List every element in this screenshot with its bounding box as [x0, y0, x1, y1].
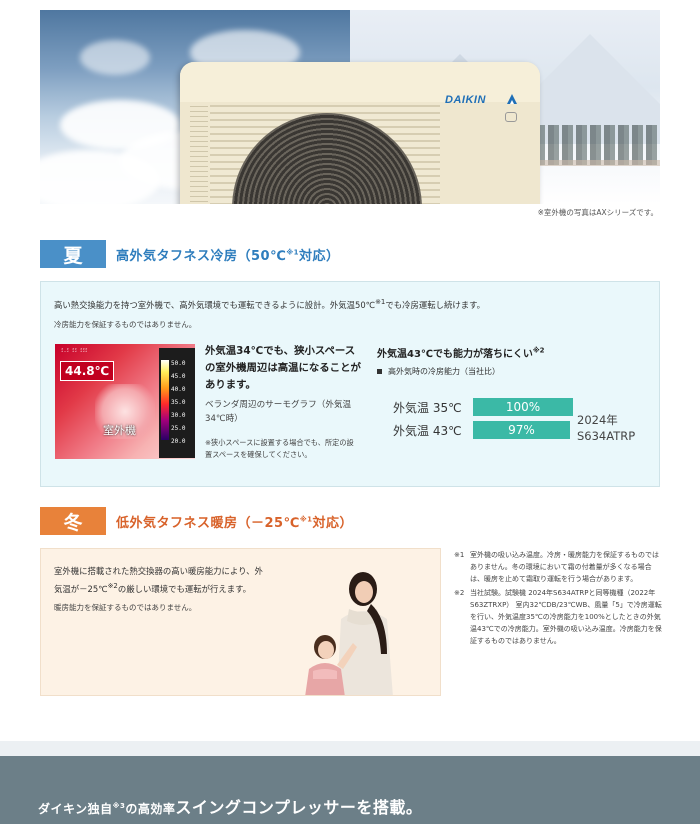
- bullet-square-icon: [377, 369, 382, 374]
- capacity-heading-text: 外気温43℃でも能力が落ちにくい: [377, 349, 533, 360]
- badge-icon: [505, 112, 517, 122]
- summer-disclaimer: 冷房能力を保証するものではありません。: [54, 320, 197, 329]
- winter-description-line2-a: 気温が－25℃: [54, 583, 108, 594]
- capacity-row-label: 外気温 43℃: [393, 423, 462, 438]
- summer-panel: 高い熱交換能力を持つ室外機で、高外気環境でも運転できるように設計。外気温50℃※…: [40, 281, 660, 487]
- winter-section-header: 冬 低外気タフネス暖房（－25℃※1対応）: [40, 507, 353, 535]
- scale-tick: 45.0: [171, 373, 186, 380]
- cloud: [80, 40, 150, 75]
- thermograph-scale: 50.0 45.0 40.0 35.0 30.0 25.0 20.0: [159, 348, 195, 458]
- footnote-key: ※2: [454, 589, 465, 597]
- capacity-row: 外気温 35℃ 100%: [393, 398, 573, 416]
- capacity-row: 外気温 43℃ 97%: [393, 421, 570, 439]
- model-name: S634ATRP: [577, 429, 636, 443]
- footnote-text: 室外機の吸い込み温度。冷房・暖房能力を保証するものではありません。冬の環境におい…: [470, 551, 659, 583]
- thermograph-scale-bar: [161, 360, 169, 440]
- scale-tick: 40.0: [171, 386, 186, 393]
- summer-title-end: 対応）: [299, 248, 340, 264]
- scale-tick: 30.0: [171, 412, 186, 419]
- capacity-bar: 100%: [473, 398, 573, 416]
- summer-description-sup: ※1: [375, 298, 386, 306]
- footnote: ※2 当社試験。試験機 2024年S634ATRPと同等機種（2022年S63Z…: [454, 587, 664, 647]
- winter-tag: 冬: [40, 507, 106, 535]
- daikin-logo-text: DAIKIN: [445, 94, 486, 106]
- capacity-row-label: 外気温 35℃: [393, 400, 462, 415]
- mid-heading: 外気温34℃でも、狭小スペースの室外機周辺は高温になることがあります。: [205, 345, 361, 391]
- model-year: 2024年: [577, 413, 618, 427]
- trees: [520, 125, 660, 165]
- mid-caption: ベランダ周辺のサーモグラフ（外気温34℃時）: [205, 400, 352, 424]
- scale-tick: 35.0: [171, 399, 186, 406]
- summer-section-header: 夏 高外気タフネス冷房（50℃※1対応）: [40, 240, 340, 268]
- summer-description-b: でも冷房運転し続けます。: [385, 299, 486, 310]
- capacity-heading-sup: ※2: [532, 346, 545, 355]
- mid-note: ※狭小スペースに設置する場合でも、所定の設置スペースを確保してください。: [205, 438, 354, 459]
- winter-title-sup: ※1: [299, 515, 313, 524]
- capacity-bullet-text: 高外気時の冷房能力（当社比）: [388, 367, 500, 376]
- thermograph-image: ﾐ.ﾐ ﾐﾐ ﾐﾐﾐ 44.8℃ 室外機 50.0 45.0 40.0 35.0…: [55, 344, 195, 459]
- scale-tick: 25.0: [171, 425, 186, 432]
- winter-description-line2-sup: ※2: [107, 582, 118, 590]
- summer-description: 高い熱交換能力を持つ室外機で、高外気環境でも運転できるように設計。外気温50℃※…: [54, 298, 485, 311]
- scale-tick: 50.0: [171, 360, 186, 367]
- photo-note: ※室外機の写真はAXシリーズです。: [537, 208, 658, 217]
- winter-title-main: 低外気タフネス暖房（－25℃: [116, 515, 300, 531]
- summer-tag: 夏: [40, 240, 106, 268]
- summer-title: 高外気タフネス冷房（50℃※1対応）: [116, 245, 340, 264]
- winter-disclaimer: 暖房能力を保証するものではありません。: [54, 603, 197, 612]
- winter-description-line1: 室外機に搭載された熱交換器の高い暖房能力により、外: [54, 566, 263, 576]
- hero-image: DAIKIN: [40, 10, 660, 204]
- capacity-heading: 外気温43℃でも能力が落ちにくい※2: [377, 345, 545, 360]
- winter-description-line2: 気温が－25℃※2の厳しい環境でも運転が行えます。: [54, 582, 251, 595]
- bottom-big: スイングコンプレッサーを搭載。: [175, 798, 423, 817]
- model-label: 2024年 S634ATRP: [577, 412, 635, 444]
- mother-and-child-photo: [305, 572, 393, 695]
- winter-title-end: 対応）: [312, 515, 354, 531]
- thermograph-top-text: ﾐ.ﾐ ﾐﾐ ﾐﾐﾐ: [61, 348, 88, 354]
- footnote-key: ※1: [454, 551, 465, 559]
- daikin-logo: DAIKIN: [445, 90, 535, 130]
- winter-description-line2-b: の厳しい環境でも運転が行えます。: [117, 583, 252, 594]
- bottom-banner-text: ダイキン独自※3の高効率スイングコンプレッサーを搭載。: [38, 794, 422, 818]
- footnotes: ※1 室外機の吸い込み温度。冷房・暖房能力を保証するものではありません。冬の環境…: [454, 549, 664, 649]
- scale-tick: 20.0: [171, 438, 186, 445]
- footnote-text: 当社試験。試験機 2024年S634ATRPと同等機種（2022年S63ZTRX…: [470, 589, 662, 645]
- winter-title: 低外気タフネス暖房（－25℃※1対応）: [116, 512, 354, 531]
- summer-description-a: 高い熱交換能力を持つ室外機で、高外気環境でも運転できるように設計。外気温50℃: [54, 299, 376, 310]
- bottom-mid: の高効率: [125, 802, 176, 816]
- bottom-sup: ※3: [112, 802, 126, 810]
- bottom-prefix: ダイキン独自: [38, 802, 113, 816]
- capacity-bar: 97%: [473, 421, 570, 439]
- summer-title-sup: ※1: [286, 248, 300, 257]
- outdoor-unit-side-vent: [190, 105, 208, 204]
- thermograph-label: 室外機: [103, 424, 136, 437]
- thermograph-temperature: 44.8℃: [60, 361, 115, 381]
- winter-panel: 室外機に搭載された熱交換器の高い暖房能力により、外 気温が－25℃※2の厳しい環…: [40, 548, 441, 696]
- footnote: ※1 室外機の吸い込み温度。冷房・暖房能力を保証するものではありません。冬の環境…: [454, 549, 664, 585]
- daikin-mark-icon: [507, 94, 517, 104]
- capacity-bullet: 高外気時の冷房能力（当社比）: [377, 366, 500, 377]
- summer-title-main: 高外気タフネス冷房（50℃: [116, 248, 287, 264]
